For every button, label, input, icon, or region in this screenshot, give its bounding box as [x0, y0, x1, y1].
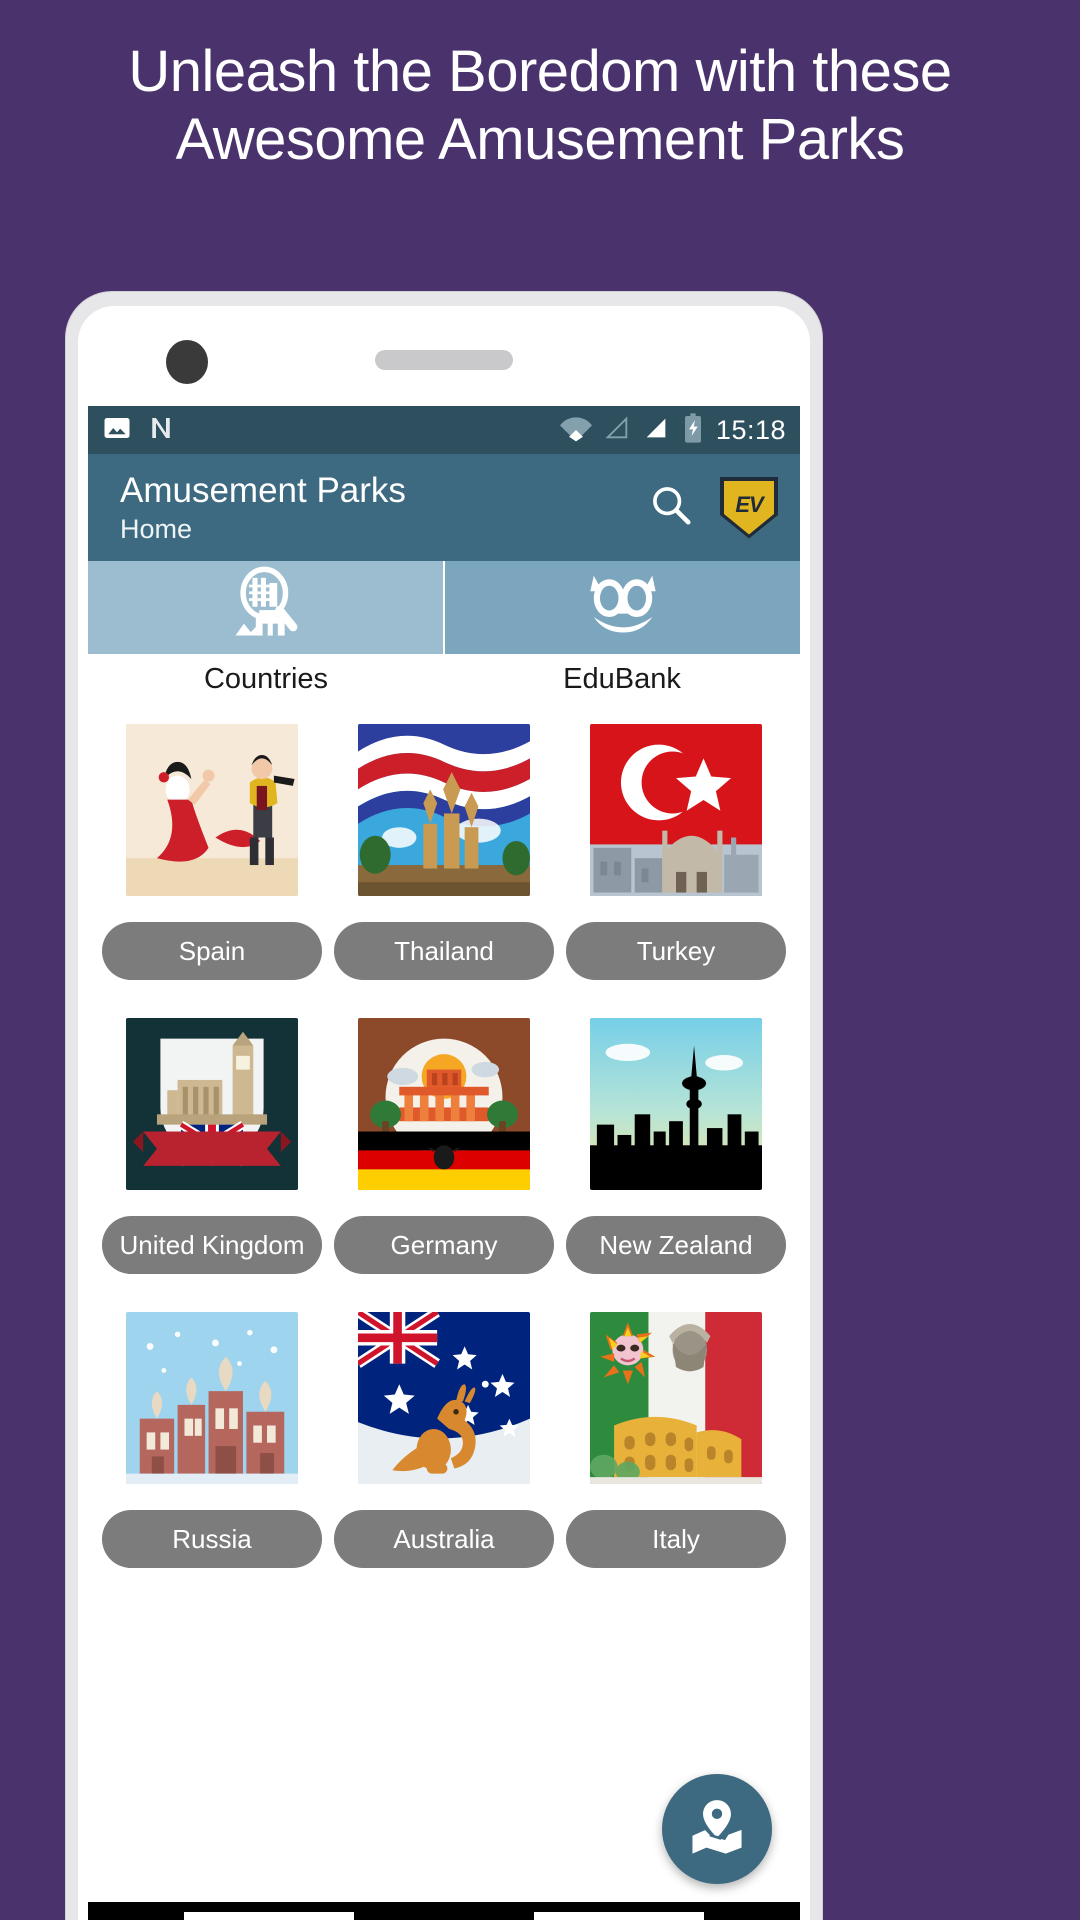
tab-bar — [88, 561, 800, 654]
status-bar: 15:18 — [88, 406, 800, 454]
app-screen: 15:18 Amusement Parks Home EV Countries … — [88, 406, 800, 1920]
promo-heading: Unleash the Boredom with these Awesome A… — [128, 39, 952, 172]
tab-label-edubank[interactable]: EduBank — [444, 654, 800, 704]
country-card-germany[interactable]: Germany — [334, 1018, 554, 1274]
signal-full-icon — [642, 414, 670, 447]
grid-row: Spain Thailand Turkey — [102, 724, 786, 980]
spain-flamenco-bullfighter-illustration[interactable] — [126, 724, 298, 896]
country-label[interactable]: Australia — [334, 1510, 554, 1568]
russia-cathedral-illustration[interactable] — [126, 1312, 298, 1484]
earpiece-speaker — [375, 350, 513, 370]
front-camera-icon — [166, 340, 208, 384]
country-card-spain[interactable]: Spain — [102, 724, 322, 980]
android-nougat-icon — [146, 413, 176, 448]
germany-brandenburg-gate-illustration[interactable] — [358, 1018, 530, 1190]
country-label[interactable]: United Kingdom — [102, 1216, 322, 1274]
country-card-italy[interactable]: Italy — [566, 1312, 786, 1568]
country-card-australia[interactable]: Australia — [334, 1312, 554, 1568]
turkey-flag-mosque-illustration[interactable] — [590, 724, 762, 896]
wifi-icon — [559, 414, 592, 447]
country-card-thailand[interactable]: Thailand — [334, 724, 554, 980]
country-card-united-kingdom[interactable]: United Kingdom — [102, 1018, 322, 1274]
country-label[interactable]: Thailand — [334, 922, 554, 980]
edutainment-ventures-logo[interactable]: EV — [720, 476, 778, 539]
status-bar-clock: 15:18 — [715, 414, 786, 445]
app-bar-titles: Amusement Parks Home — [120, 470, 406, 546]
battery-charging-icon — [681, 412, 705, 449]
phone-screen-bezel: 15:18 Amusement Parks Home EV Countries … — [78, 306, 810, 1920]
tab-label-countries[interactable]: Countries — [88, 654, 444, 704]
tab-countries[interactable] — [88, 561, 443, 654]
status-bar-left-icons — [102, 413, 176, 448]
grid-row: United Kingdom Germany New Zealand — [102, 1018, 786, 1274]
country-card-russia[interactable]: Russia — [102, 1312, 322, 1568]
uk-bigben-shield-illustration[interactable] — [126, 1018, 298, 1190]
map-fab-button[interactable] — [662, 1774, 772, 1884]
country-label[interactable]: Italy — [566, 1510, 786, 1568]
italy-flag-colosseum-mask-illustration[interactable] — [590, 1312, 762, 1484]
row-spacer — [102, 990, 786, 1018]
new-zealand-skyline-illustration[interactable] — [590, 1018, 762, 1190]
search-icon[interactable] — [648, 482, 694, 533]
photo-icon — [102, 413, 132, 448]
map-pin-icon — [686, 1796, 748, 1863]
page-subtitle: Home — [120, 513, 193, 544]
country-label[interactable]: Germany — [334, 1216, 554, 1274]
country-label[interactable]: Russia — [102, 1510, 322, 1568]
status-bar-right-icons: 15:18 — [559, 412, 786, 449]
tab-edubank[interactable] — [443, 561, 800, 654]
country-card-new-zealand[interactable]: New Zealand — [566, 1018, 786, 1274]
app-bar: Amusement Parks Home EV — [88, 454, 800, 561]
row-spacer — [102, 1284, 786, 1312]
app-bar-actions: EV — [648, 476, 778, 539]
country-label[interactable]: New Zealand — [566, 1216, 786, 1274]
country-grid: Spain Thailand Turkey United Kingdom Ger… — [88, 704, 800, 1568]
tab-label-row: Countries EduBank — [88, 654, 800, 704]
phone-mockup: 15:18 Amusement Parks Home EV Countries … — [66, 292, 822, 1920]
country-label[interactable]: Spain — [102, 922, 322, 980]
country-card-turkey[interactable]: Turkey — [566, 724, 786, 980]
signal-empty-icon — [603, 414, 631, 447]
android-navigation-bar — [88, 1902, 800, 1920]
country-label[interactable]: Turkey — [566, 922, 786, 980]
grid-row: Russia Australia Italy — [102, 1312, 786, 1568]
page-title: Amusement Parks — [120, 470, 406, 510]
logo-text: EV — [735, 491, 763, 517]
owl-icon — [580, 570, 666, 645]
australia-flag-kangaroo-illustration[interactable] — [358, 1312, 530, 1484]
magnifier-building-icon — [224, 566, 308, 649]
thailand-flag-temple-illustration[interactable] — [358, 724, 530, 896]
